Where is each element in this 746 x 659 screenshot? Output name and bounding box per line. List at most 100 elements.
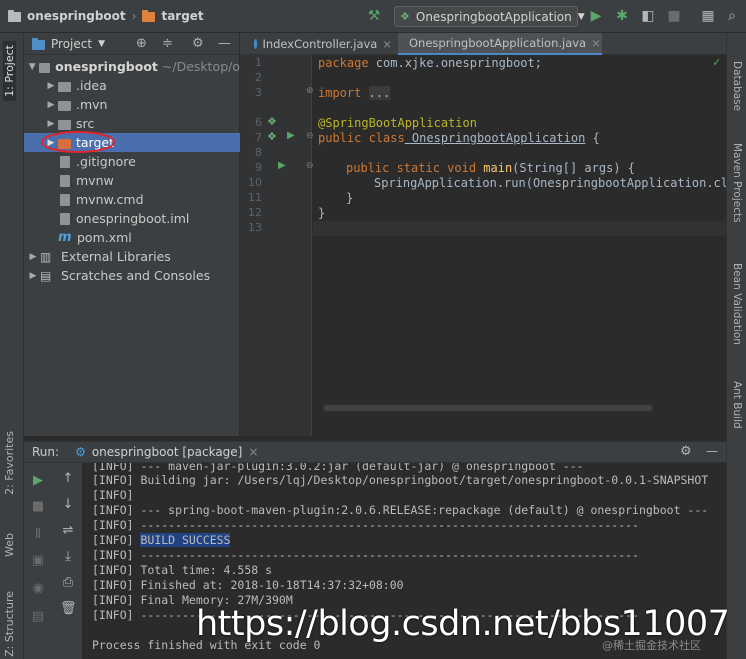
chevron-right-icon: ▶ [29, 251, 37, 262]
juejin-watermark: @稀土掘金技术社区 [602, 639, 701, 652]
maven-icon: m [58, 230, 72, 245]
code-text: (String[] args) { [512, 161, 635, 175]
file-icon [60, 174, 70, 187]
stop-icon[interactable]: ■ [30, 499, 46, 515]
build-success-text: BUILD SUCCESS [140, 533, 231, 547]
tree-root[interactable]: ▼ onespringboot ~/Desktop/o [24, 57, 240, 76]
minimize-icon[interactable]: — [706, 444, 718, 458]
code-text: } [318, 206, 326, 220]
tree-item-target[interactable]: ▶ target [24, 131, 240, 153]
tab-bean-validation[interactable]: Bean Validation [731, 263, 743, 345]
hammer-icon[interactable]: ⚒ [366, 8, 382, 24]
line-number: 12 [248, 206, 262, 219]
tree-item-mvnw-cmd[interactable]: mvnw.cmd [24, 190, 240, 209]
tree-item-external-libraries[interactable]: ▶ ▥ External Libraries [24, 247, 240, 266]
gear-icon[interactable]: ⚙ [192, 36, 204, 51]
arrow-down-icon[interactable]: ↓ [60, 497, 76, 513]
code-keyword: public class [318, 131, 405, 145]
run-icon[interactable]: ▶ [588, 8, 604, 24]
tree-item-label: .gitignore [76, 154, 136, 169]
tab-favorites[interactable]: 2: Favorites [3, 431, 16, 495]
spring-bean-icon[interactable]: ❖ [267, 130, 277, 143]
tree-item-scratches[interactable]: ▶ ▤ Scratches and Consoles [24, 266, 240, 285]
navigation-bar: onespringboot › target ⚒ ❖ Onespringboot… [0, 0, 746, 33]
tab-database[interactable]: Database [731, 61, 743, 111]
tab-onespringboot-application[interactable]: OnespringbootApplication.java × [398, 33, 602, 55]
run-configuration-select[interactable]: ❖ OnespringbootApplication ▼ [394, 6, 585, 27]
tab-project[interactable]: 1: Project [3, 41, 16, 101]
folded-imports[interactable]: ... [368, 86, 391, 100]
tab-web[interactable]: Web [3, 533, 16, 557]
code-editor[interactable]: package com.xjke.onespringboot; import .… [313, 55, 726, 436]
print-icon[interactable]: ⎙ [60, 575, 76, 591]
chevron-right-icon: ▶ [47, 80, 55, 91]
line-number: 10 [248, 176, 262, 189]
tree-item-iml[interactable]: onespringboot.iml [24, 209, 240, 228]
close-icon[interactable]: × [382, 37, 392, 51]
left-tool-strip: 1: Project 2: Favorites Web Z: Structure [0, 33, 24, 659]
run-configuration-label: OnespringbootApplication [415, 9, 572, 24]
locate-icon[interactable]: ⊕ [136, 36, 147, 51]
breadcrumb-project[interactable]: onespringboot [27, 9, 126, 23]
line-number: 13 [248, 221, 262, 234]
pause-icon[interactable]: Ⅱ [30, 527, 46, 543]
rerun-icon[interactable]: ▶ [30, 473, 46, 489]
tab-index-controller[interactable]: IndexController.java × [248, 33, 398, 55]
check-icon: ✓ [713, 55, 721, 69]
scratches-icon: ▤ [40, 268, 52, 283]
tree-item-mvn[interactable]: ▶ .mvn [24, 95, 240, 114]
breadcrumb-target[interactable]: target [161, 9, 203, 23]
camera-icon[interactable]: ◉ [30, 581, 46, 597]
tab-structure[interactable]: Z: Structure [3, 591, 16, 657]
soft-wrap-icon[interactable]: ⇌ [60, 523, 76, 539]
search-icon[interactable]: ⌕ [724, 8, 740, 24]
line-number: 8 [255, 146, 262, 159]
project-panel-title[interactable]: Project [51, 37, 92, 51]
dump-icon[interactable]: ▣ [30, 553, 46, 569]
tree-item-idea[interactable]: ▶ .idea [24, 76, 240, 95]
editor-gutter: 1 2 3 6 7 8 9 10 11 12 13 ❖ ❖ ▶ ▶ ⊕ ⊖ ⊖ [240, 55, 314, 436]
gear-icon[interactable]: ⚙ [680, 444, 692, 459]
coverage-icon[interactable]: ◧ [640, 8, 656, 24]
code-annotation: @SpringBootApplication [318, 116, 477, 130]
close-icon[interactable]: × [248, 445, 258, 459]
run-gutter-icon[interactable]: ▶ [278, 160, 286, 171]
stop-icon[interactable]: ■ [666, 8, 682, 24]
collapse-icon[interactable]: ≑ [162, 36, 173, 51]
tree-item-mvnw[interactable]: mvnw [24, 171, 240, 190]
debug-icon[interactable]: ✱ [614, 8, 630, 24]
editor-tabs: IndexController.java × OnespringbootAppl… [240, 33, 726, 55]
project-structure-icon[interactable]: ▦ [700, 8, 716, 24]
folder-icon [142, 10, 156, 22]
run-panel-header: Run: ⚙ onespringboot [package] × ⚙ — [24, 441, 726, 463]
chevron-right-icon: ▶ [47, 118, 55, 129]
line-number: 7 [255, 131, 262, 144]
tab-maven-projects[interactable]: Maven Projects [731, 143, 743, 223]
trash-icon[interactable]: 🗑 [60, 601, 77, 617]
spring-icon: ❖ [400, 10, 410, 23]
close-icon[interactable]: × [591, 36, 601, 50]
chevron-down-icon: ▼ [28, 61, 36, 72]
tab-ant-build[interactable]: Ant Build [731, 381, 743, 429]
settings-icon[interactable]: ▤ [30, 609, 46, 625]
minimize-icon[interactable]: — [218, 36, 231, 51]
tree-item-label: mvnw [76, 173, 114, 188]
chevron-down-icon[interactable]: ▼ [98, 39, 105, 49]
line-number: 1 [255, 56, 262, 69]
spring-bean-icon[interactable]: ❖ [267, 115, 277, 128]
chevron-right-icon: › [131, 9, 137, 23]
console-line: [INFO] ---------------------------------… [92, 518, 639, 532]
arrow-up-icon[interactable]: ↑ [60, 471, 76, 487]
folder-icon [58, 81, 71, 92]
run-tab[interactable]: onespringboot [package] [92, 445, 243, 459]
run-gutter-icon[interactable]: ▶ [287, 130, 295, 141]
scroll-to-end-icon[interactable]: ⤓ [60, 549, 76, 565]
horizontal-scrollbar[interactable] [323, 405, 653, 411]
line-number: 3 [255, 86, 262, 99]
tree-item-pom[interactable]: m pom.xml [24, 228, 240, 247]
tree-item-gitignore[interactable]: .gitignore [24, 152, 240, 171]
code-text: { [585, 131, 600, 145]
code-text: SpringApplication.run(OnespringbootAppli… [374, 176, 726, 190]
class-icon [254, 39, 258, 49]
console-line: [INFO] Building jar: /Users/lqj/Desktop/… [92, 473, 709, 487]
